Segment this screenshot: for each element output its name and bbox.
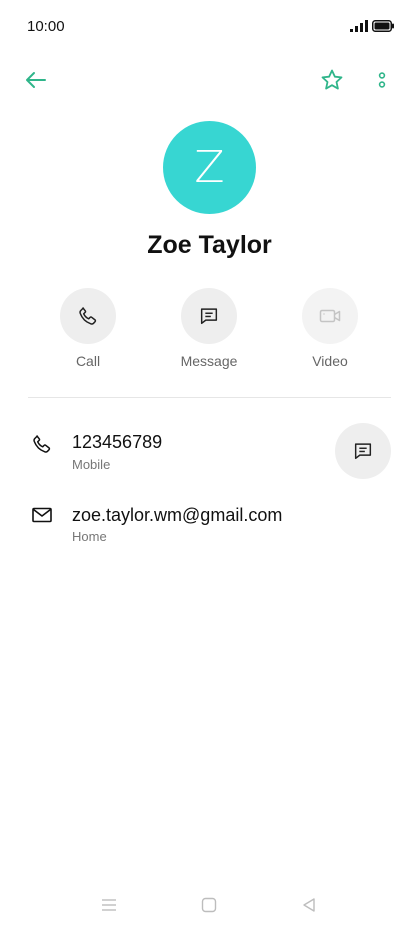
call-label: Call: [75, 353, 101, 369]
favorite-star-button[interactable]: [314, 62, 350, 98]
contact-name: Zoe Taylor: [147, 231, 272, 259]
nav-home-button[interactable]: [197, 893, 221, 917]
phone-number: 123456789: [72, 432, 163, 452]
video-icon: [319, 309, 341, 323]
message-action[interactable]: Message: [154, 288, 264, 378]
message-icon: [354, 443, 372, 460]
message-icon: [200, 308, 218, 325]
avatar-initial: Z: [194, 142, 225, 193]
navigation-bar: [0, 880, 419, 931]
email-type: Home: [72, 529, 107, 544]
phone-icon: [79, 307, 97, 325]
status-bar: 10:00: [0, 0, 419, 56]
star-icon: [321, 69, 343, 90]
message-button[interactable]: [181, 288, 237, 344]
back-arrow-icon: [26, 72, 46, 88]
more-options-button[interactable]: [364, 62, 400, 98]
mail-icon: [32, 507, 52, 523]
nav-menu-button[interactable]: [97, 893, 121, 917]
nav-back-button[interactable]: [297, 893, 321, 917]
more-vert-icon: [378, 72, 386, 88]
phone-type: Mobile: [72, 457, 111, 472]
video-action[interactable]: Video: [275, 288, 385, 378]
email-row[interactable]: zoe.taylor.wm@gmail.com Home: [0, 500, 419, 560]
video-label: Video: [312, 353, 348, 369]
status-time: 10:00: [27, 18, 65, 35]
battery-icon: [372, 20, 394, 32]
call-button[interactable]: [60, 288, 116, 344]
back-icon: [303, 898, 315, 912]
home-icon: [201, 897, 217, 913]
menu-icon: [102, 899, 116, 911]
message-label: Message: [180, 353, 238, 369]
divider: [28, 397, 391, 398]
phone-icon: [33, 435, 51, 453]
signal-icon: [350, 20, 368, 32]
video-button[interactable]: [302, 288, 358, 344]
email-address: zoe.taylor.wm@gmail.com: [72, 505, 283, 525]
send-sms-button[interactable]: [335, 423, 391, 479]
call-action[interactable]: Call: [33, 288, 143, 378]
phone-row[interactable]: 123456789 Mobile: [0, 420, 419, 490]
contact-avatar: Z: [163, 121, 256, 214]
back-button[interactable]: [18, 62, 54, 98]
